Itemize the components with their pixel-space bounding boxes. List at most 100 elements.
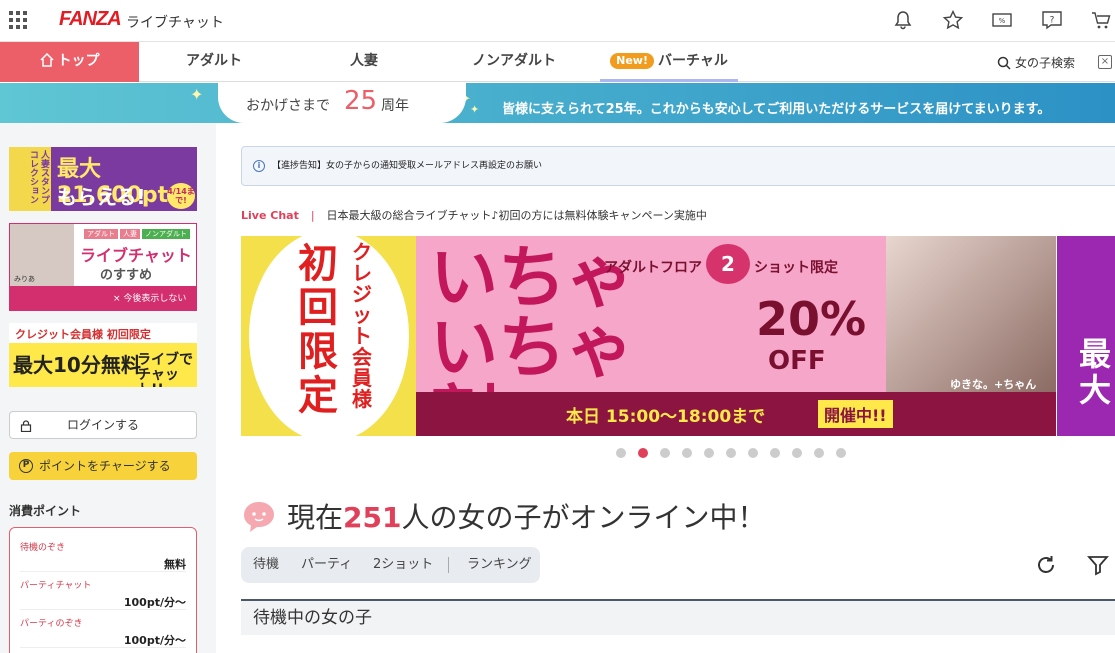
new-badge: New! bbox=[610, 53, 654, 69]
points-row-value: 無料 bbox=[164, 558, 186, 571]
carousel-dot[interactable] bbox=[638, 448, 648, 458]
ad3-main: 最大10分無料 bbox=[13, 353, 141, 377]
online-text: 現在251人の女の子がオンライン中！ bbox=[287, 496, 765, 536]
coupon-icon[interactable]: % bbox=[991, 9, 1013, 31]
slide-next[interactable]: 最大 bbox=[1057, 236, 1115, 436]
points-row: 待機のぞき 無料 bbox=[20, 534, 186, 572]
filter-icon[interactable] bbox=[1086, 553, 1110, 577]
tab-divider bbox=[448, 557, 449, 573]
ad2-name: みりあ bbox=[14, 275, 35, 283]
charge-label: ポイントをチャージする bbox=[39, 459, 171, 473]
points-row-value: 100pt/分〜 bbox=[123, 634, 186, 647]
carousel-dot[interactable] bbox=[682, 448, 692, 458]
ad1-date: 4/14まで! bbox=[167, 183, 195, 209]
slide-next-text: 最大 bbox=[1079, 335, 1112, 409]
top-header: FANZA ライブチャット % ? bbox=[0, 0, 1115, 42]
online-prefix: 現在 bbox=[287, 501, 344, 534]
app-grid-icon[interactable] bbox=[9, 11, 28, 30]
points-row-name: パーティチャット bbox=[20, 581, 92, 591]
slide-credit[interactable]: 初回限定 クレジット会員様 bbox=[241, 236, 416, 436]
sidebar-ad-stamp[interactable]: 人妻スタンプコレクション 最大21,600pt もらえる! 4/14まで! bbox=[9, 147, 197, 211]
sidebar-ad-free[interactable]: クレジット会員様 初回限定 最大10分無料 ライブでチャット!! bbox=[9, 323, 197, 387]
tab-top[interactable]: トップ bbox=[0, 42, 139, 82]
points-row-value: 100pt/分〜 bbox=[123, 596, 186, 609]
carousel-dot[interactable] bbox=[660, 448, 670, 458]
search-icon bbox=[997, 56, 1011, 70]
sparkle-icon: ✦ bbox=[470, 103, 480, 116]
livechat-sep: | bbox=[310, 209, 315, 222]
floor-nav: トップ アダルト 人妻 ノンアダルト New! バーチャル 女の子検索 × bbox=[0, 42, 1115, 82]
lock-icon bbox=[20, 420, 32, 432]
carousel-dot[interactable] bbox=[770, 448, 780, 458]
chat-bubble-icon bbox=[244, 502, 274, 532]
carousel-dots bbox=[616, 447, 858, 458]
sidebar-ad-livechat[interactable]: アダルト 人妻 ノンアダルト ライブチャット のすすめ みりあ bbox=[9, 223, 197, 287]
notice-text: 【進捗告知】女の子からの通知受取メールアドレス再設定のお願い bbox=[272, 161, 543, 171]
status-tabs: 待機 パーティ 2ショット ランキング bbox=[241, 547, 540, 583]
ad2-tags: アダルト 人妻 ノンアダルト bbox=[84, 229, 192, 239]
tab-married[interactable]: 人妻 bbox=[289, 42, 439, 82]
ad2-title: ライブチャット bbox=[80, 246, 192, 265]
bell-icon[interactable] bbox=[892, 9, 914, 31]
ad2-subtitle: のすすめ bbox=[100, 268, 153, 283]
tab-adult[interactable]: アダルト bbox=[139, 42, 289, 82]
girl-search-label: 女の子検索 bbox=[1015, 56, 1076, 70]
carousel-dot[interactable] bbox=[726, 448, 736, 458]
info-icon: i bbox=[253, 160, 265, 172]
help-icon[interactable]: ? bbox=[1041, 9, 1063, 31]
slide-main-off: OFF bbox=[768, 346, 826, 376]
tab-ranking[interactable]: ランキング bbox=[467, 547, 532, 583]
livechat-tagline: Live Chat | 日本最大級の総合ライブチャット♪初回の方には無料体験キャンペ… bbox=[241, 207, 707, 223]
promo-carousel[interactable]: 初回限定 クレジット会員様 いちゃいちゃ割 アダルトフロア 2 ショット限定 2… bbox=[241, 236, 1115, 436]
carousel-dot[interactable] bbox=[616, 448, 626, 458]
virtual-underline bbox=[600, 79, 738, 82]
slide-main-status: 開催中!! bbox=[818, 400, 893, 428]
anniversary-badge: おかげさまで 25 周年 bbox=[218, 83, 466, 123]
carousel-dot[interactable] bbox=[704, 448, 714, 458]
ad2-tag: ノンアダルト bbox=[142, 229, 190, 239]
slide-main-pct: 20% bbox=[756, 292, 867, 346]
fanza-logo[interactable]: FANZA bbox=[59, 8, 122, 31]
slide-main-shot-suffix: ショット限定 bbox=[754, 260, 838, 276]
carousel-dot[interactable] bbox=[748, 448, 758, 458]
tab-virtual-label: バーチャル bbox=[657, 53, 728, 69]
carousel-dot[interactable] bbox=[836, 448, 846, 458]
ad2-tag: 人妻 bbox=[120, 229, 140, 239]
girl-search-link[interactable]: 女の子検索 bbox=[997, 54, 1075, 71]
anniversary-years: 25 bbox=[344, 86, 378, 116]
points-table: 待機のぞき 無料 パーティチャット 100pt/分〜 パーティのぞき 100pt… bbox=[9, 527, 197, 653]
star-icon[interactable] bbox=[942, 9, 964, 31]
carousel-dot[interactable] bbox=[814, 448, 824, 458]
online-count: 251 bbox=[343, 501, 402, 534]
ad3-right: ライブでチャット!! bbox=[137, 352, 193, 388]
slide-main-bottom: 本日 15:00〜18:00まで 開催中!! bbox=[416, 392, 1056, 436]
tab-2shot[interactable]: 2ショット bbox=[373, 547, 433, 583]
charge-points-button[interactable]: P ポイントをチャージする bbox=[9, 452, 197, 480]
livechat-label: Live Chat bbox=[241, 209, 299, 222]
tab-waiting[interactable]: 待機 bbox=[253, 547, 279, 583]
points-row-name: 待機のぞき bbox=[20, 543, 66, 553]
app-name[interactable]: ライブチャット bbox=[126, 12, 224, 32]
waiting-section-title: 待機中の女の子 bbox=[241, 599, 1115, 635]
reload-icon[interactable] bbox=[1034, 553, 1058, 577]
home-icon bbox=[39, 52, 54, 67]
tab-nonadult[interactable]: ノンアダルト bbox=[439, 42, 589, 82]
tab-virtual[interactable]: New! バーチャル bbox=[589, 42, 749, 82]
svg-text:?: ? bbox=[1050, 16, 1055, 26]
carousel-dot[interactable] bbox=[792, 448, 802, 458]
ad3-top: クレジット会員様 初回限定 bbox=[9, 323, 197, 343]
login-button[interactable]: ログインする bbox=[9, 411, 197, 439]
slide-credit-v1: 初回限定 bbox=[298, 241, 338, 419]
slide-main-shot: 2 bbox=[706, 244, 750, 284]
login-label: ログインする bbox=[66, 418, 139, 432]
anniversary-banner[interactable]: ✦ ✦ ✦ おかげさまで 25 周年 皆様に支えられて25年。これからも安心して… bbox=[0, 83, 1115, 123]
slide-main-floor: アダルトフロア bbox=[604, 260, 702, 276]
slide-ichaicha[interactable]: いちゃいちゃ割 アダルトフロア 2 ショット限定 20% OFF ゆきな。+ちゃ… bbox=[416, 236, 1056, 436]
points-title: 消費ポイント bbox=[9, 504, 82, 518]
notice-banner[interactable]: i 【進捗告知】女の子からの通知受取メールアドレス再設定のお願い bbox=[241, 146, 1115, 186]
ad2-tag: アダルト bbox=[84, 229, 118, 239]
cart-icon[interactable] bbox=[1090, 9, 1112, 31]
hide-ad-button[interactable]: × 今後表示しない bbox=[9, 287, 197, 311]
close-icon[interactable]: × bbox=[1098, 55, 1112, 69]
tab-party[interactable]: パーティ bbox=[301, 547, 352, 583]
